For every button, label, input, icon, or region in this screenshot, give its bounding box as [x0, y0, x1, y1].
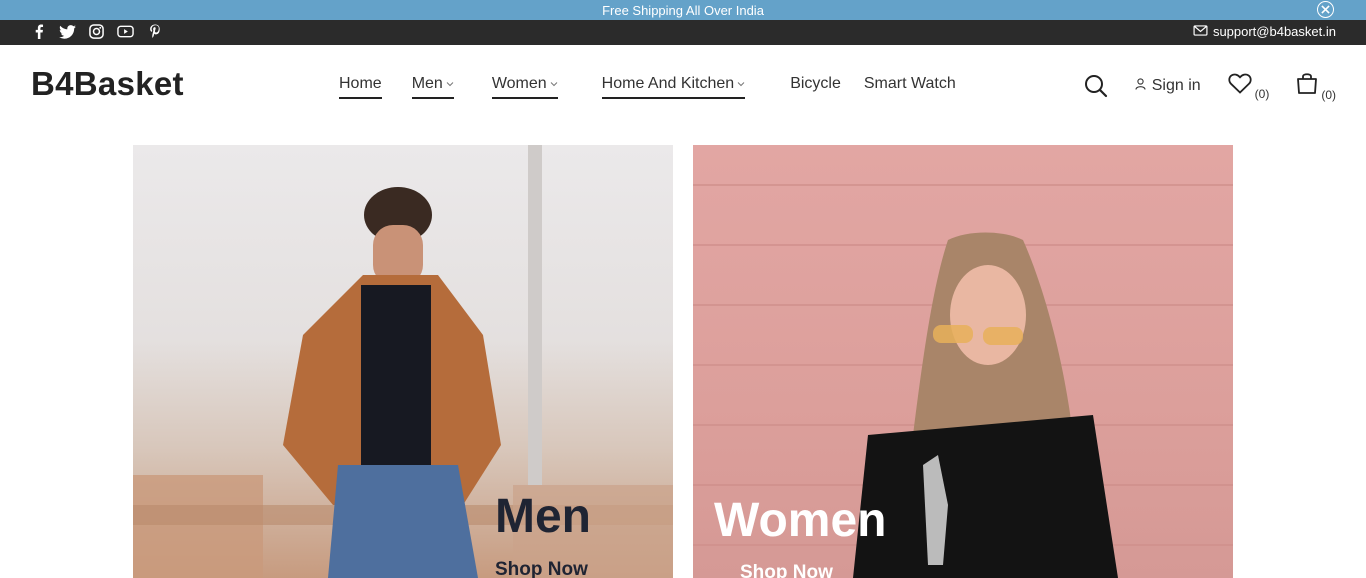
top-bar: support@b4basket.in — [0, 20, 1366, 45]
close-icon[interactable] — [1317, 1, 1334, 18]
nav-item-men[interactable]: Men — [411, 75, 454, 99]
sign-in-link[interactable]: Sign in — [1135, 77, 1201, 95]
nav-item-home[interactable]: Home — [339, 75, 382, 99]
mail-icon — [1193, 24, 1208, 39]
shopping-bag-icon — [1296, 71, 1318, 100]
nav-label: Bicycle — [790, 75, 841, 92]
chevron-down-icon — [550, 80, 558, 88]
site-logo[interactable]: B4Basket — [31, 65, 184, 103]
nav-label: Home — [339, 75, 382, 92]
facebook-icon[interactable] — [30, 23, 47, 40]
twitter-icon[interactable] — [59, 23, 76, 40]
user-icon — [1135, 77, 1146, 95]
chevron-down-icon — [446, 80, 454, 88]
instagram-icon[interactable] — [88, 23, 105, 40]
youtube-icon[interactable] — [117, 23, 134, 40]
nav-item-women[interactable]: Women — [491, 75, 558, 99]
header-actions: Sign in (0) (0) — [1084, 71, 1336, 102]
women-banner[interactable]: Women Shop Now — [693, 145, 1233, 578]
chevron-down-icon — [737, 80, 745, 88]
announcement-text: Free Shipping All Over India — [602, 2, 764, 18]
women-shop-now-link[interactable]: Shop Now — [740, 562, 833, 578]
wishlist-count: (0) — [1254, 86, 1270, 101]
nav-label: Men — [411, 75, 443, 92]
cart-button[interactable]: (0) — [1296, 71, 1336, 102]
main-nav: Home Men Women Home And Kitchen Bicycle … — [339, 75, 956, 99]
nav-item-bicycle[interactable]: Bicycle — [790, 75, 841, 99]
social-links — [30, 23, 163, 40]
men-banner-photo — [133, 145, 673, 578]
men-banner[interactable]: Men Shop Now — [133, 145, 673, 578]
women-banner-title: Women — [714, 494, 887, 547]
nav-item-smart-watch[interactable]: Smart Watch — [864, 75, 956, 99]
search-icon[interactable] — [1084, 74, 1108, 98]
support-email[interactable]: support@b4basket.in — [1213, 24, 1336, 39]
nav-item-home-and-kitchen[interactable]: Home And Kitchen — [601, 75, 746, 99]
nav-label: Smart Watch — [863, 75, 956, 92]
support-contact[interactable]: support@b4basket.in — [1193, 24, 1336, 39]
men-banner-title: Men — [495, 490, 591, 543]
heart-icon — [1228, 73, 1252, 99]
cart-count: (0) — [1321, 88, 1336, 102]
site-header: B4Basket Home Men Women Home And Kitchen… — [0, 45, 1366, 125]
nav-label: Home And Kitchen — [601, 75, 735, 92]
nav-label: Women — [491, 75, 547, 92]
men-shop-now-link[interactable]: Shop Now — [495, 559, 588, 578]
announcement-bar: Free Shipping All Over India — [0, 0, 1366, 20]
pinterest-icon[interactable] — [146, 23, 163, 40]
sign-in-label: Sign in — [1151, 76, 1201, 94]
wishlist-button[interactable]: (0) — [1228, 73, 1270, 101]
